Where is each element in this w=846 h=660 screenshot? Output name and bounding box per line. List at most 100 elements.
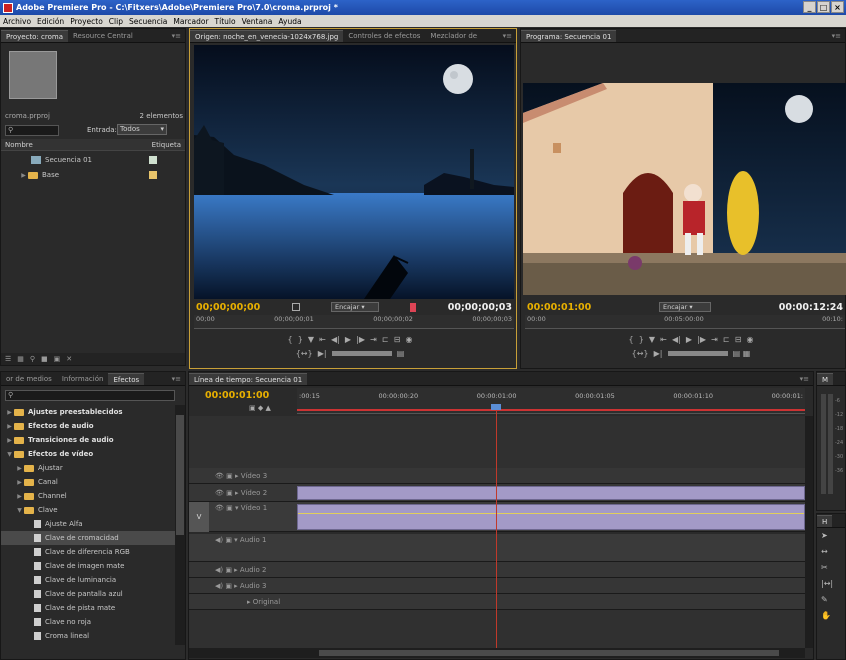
effects-item[interactable]: ▶ Efectos de audio	[1, 419, 175, 433]
insert-icon[interactable]: ⊏	[382, 335, 389, 344]
column-label[interactable]: Etiqueta	[152, 139, 181, 150]
tab-effects[interactable]: Efectos	[108, 373, 145, 385]
extract-icon[interactable]: ⊟	[735, 335, 742, 344]
tab-info[interactable]: Información	[57, 373, 109, 385]
collapse-triangle-icon[interactable]: ▼	[5, 451, 14, 458]
effects-scrollbar[interactable]	[175, 405, 185, 645]
effects-item[interactable]: ▶ Canal	[1, 475, 175, 489]
project-search-input[interactable]: ⚲	[5, 125, 59, 136]
find-icon[interactable]: ⚲	[30, 355, 35, 363]
menu-archivo[interactable]: Archivo	[3, 17, 31, 26]
effects-item[interactable]: ▶ Channel	[1, 489, 175, 503]
set-marker-icon[interactable]: ▼	[308, 335, 314, 344]
goto-in-icon[interactable]: ⇤	[660, 335, 667, 344]
speaker-icon[interactable]: ◀) ▣	[215, 582, 232, 590]
panel-menu-icon[interactable]: ▾≡	[172, 30, 185, 42]
shuttle-slider[interactable]	[331, 351, 392, 356]
tab-source[interactable]: Origen: noche_en_venecia-1024x768.jpg	[190, 30, 344, 42]
effects-item[interactable]: Ajuste Alfa	[1, 517, 175, 531]
timeline-timecode[interactable]: 00:00:01:00	[205, 390, 269, 401]
effects-item[interactable]: Clave de pista mate	[1, 601, 175, 615]
speaker-icon[interactable]: ◀) ▣	[215, 536, 232, 544]
expand-triangle-icon[interactable]: ▶	[5, 409, 14, 416]
lift-icon[interactable]: ⊏	[723, 335, 730, 344]
icon-view-icon[interactable]: ▦	[17, 355, 24, 363]
tab-timeline[interactable]: Línea de tiempo: Secuencia 01	[189, 373, 308, 385]
loop-icon[interactable]: ▶|	[654, 349, 663, 358]
effects-item[interactable]: ▶ Ajustar	[1, 461, 175, 475]
source-timecode-in[interactable]: 00;00;00;00	[196, 302, 260, 313]
goto-out-icon[interactable]: ⇥	[711, 335, 718, 344]
mark-out-icon[interactable]: }	[639, 335, 644, 344]
list-view-icon[interactable]: ☰	[5, 355, 11, 363]
play-in-out-icon[interactable]: {↔}	[296, 349, 313, 358]
step-forward-icon[interactable]: |▶	[697, 335, 706, 344]
tab-program[interactable]: Programa: Secuencia 01	[521, 30, 617, 42]
tab-audio-mixer[interactable]: Mezclador de	[425, 30, 482, 42]
source-fit-dropdown[interactable]: Encajar ▾	[331, 302, 379, 312]
expand-triangle-icon[interactable]: ▶	[15, 493, 24, 500]
effects-item[interactable]: Croma lineal	[1, 629, 175, 643]
tab-media-browser[interactable]: or de medios	[1, 373, 57, 385]
panel-menu-icon[interactable]: ▾≡	[832, 30, 845, 42]
set-marker-icon[interactable]: ▼	[649, 335, 655, 344]
goto-in-icon[interactable]: ⇤	[319, 335, 326, 344]
tab-resource-central[interactable]: Resource Central	[68, 30, 138, 42]
output-icon[interactable]	[410, 302, 417, 312]
eye-icon[interactable]: 👁 ▣	[215, 472, 233, 480]
collapse-triangle-icon[interactable]: ▼	[15, 507, 24, 514]
effects-search-input[interactable]: ⚲	[5, 390, 175, 401]
playhead-handle[interactable]	[491, 404, 501, 410]
mark-in-icon[interactable]: {	[629, 335, 634, 344]
ripple-edit-icon[interactable]: ↔	[821, 544, 845, 560]
selection-tool-icon[interactable]: ➤	[821, 528, 845, 544]
menu-ventana[interactable]: Ventana	[242, 17, 273, 26]
keyframe-icon[interactable]: ▲	[265, 404, 270, 412]
effects-item[interactable]: Clave de diferencia RGB	[1, 545, 175, 559]
expand-triangle-icon[interactable]: ▶	[15, 465, 24, 472]
step-forward-icon[interactable]: |▶	[356, 335, 365, 344]
goto-out-icon[interactable]: ⇥	[370, 335, 377, 344]
loop-icon[interactable]: ▶|	[318, 349, 327, 358]
program-ruler[interactable]: 00:00 00:05:00:00 00:10:	[525, 315, 845, 329]
speaker-icon[interactable]: ◀) ▣	[215, 566, 232, 574]
close-button[interactable]: ×	[831, 1, 844, 13]
timeline-ruler[interactable]: :00:15 00:00:00:20 00:00:01:00 00:00:01:…	[297, 388, 805, 414]
clip-video-1[interactable]	[297, 504, 805, 530]
minimize-button[interactable]: _	[803, 1, 816, 13]
razor-tool-icon[interactable]: ✂	[821, 560, 845, 576]
play-in-out-icon[interactable]: {↔}	[632, 349, 649, 358]
safe-margins-icon[interactable]	[291, 303, 300, 311]
menu-marcador[interactable]: Marcador	[173, 17, 208, 26]
expand-triangle-icon[interactable]: ▶	[5, 423, 14, 430]
effects-item[interactable]: Cuatro puntos de anclaje mate	[1, 643, 175, 645]
expand-triangle-icon[interactable]: ▶	[5, 437, 14, 444]
effects-item[interactable]: ▶ Ajustes preestablecidos	[1, 405, 175, 419]
expand-triangle-icon[interactable]: ▶	[19, 172, 28, 179]
effects-item[interactable]: Clave de cromacidad	[1, 531, 175, 545]
panel-menu-icon[interactable]: ▾≡	[172, 373, 185, 385]
effects-item[interactable]: Clave de luminancia	[1, 573, 175, 587]
effects-item[interactable]: ▼ Efectos de vídeo	[1, 447, 175, 461]
maximize-button[interactable]: □	[817, 1, 830, 13]
export-frame-icon[interactable]: ◉	[405, 335, 412, 344]
playhead[interactable]	[496, 408, 497, 648]
menu-secuencia[interactable]: Secuencia	[129, 17, 167, 26]
menu-proyecto[interactable]: Proyecto	[70, 17, 103, 26]
play-icon[interactable]: ▶	[686, 335, 692, 344]
panel-menu-icon[interactable]: ▾≡	[503, 30, 516, 42]
effects-item[interactable]: Clave de pantalla azul	[1, 587, 175, 601]
effects-item[interactable]: ▶ Transiciones de audio	[1, 433, 175, 447]
target-video-button[interactable]: V	[189, 502, 209, 532]
tab-tools[interactable]: H	[817, 515, 833, 527]
menu-titulo[interactable]: Título	[215, 17, 236, 26]
eye-icon[interactable]: 👁 ▣	[215, 489, 233, 497]
project-item-sequence[interactable]: Secuencia 01	[1, 153, 185, 167]
tab-audio-meter[interactable]: M	[817, 373, 834, 385]
timeline-vscroll[interactable]	[805, 416, 813, 648]
marker-icon[interactable]: ◆	[258, 404, 263, 412]
pen-tool-icon[interactable]: ✎	[821, 592, 845, 608]
output-settings-icon[interactable]: ▤	[397, 349, 405, 358]
column-name[interactable]: Nombre	[5, 139, 33, 150]
source-ruler[interactable]: 00;00 00;00;00;01 00;00;00;02 00;00;00;0…	[194, 315, 514, 329]
